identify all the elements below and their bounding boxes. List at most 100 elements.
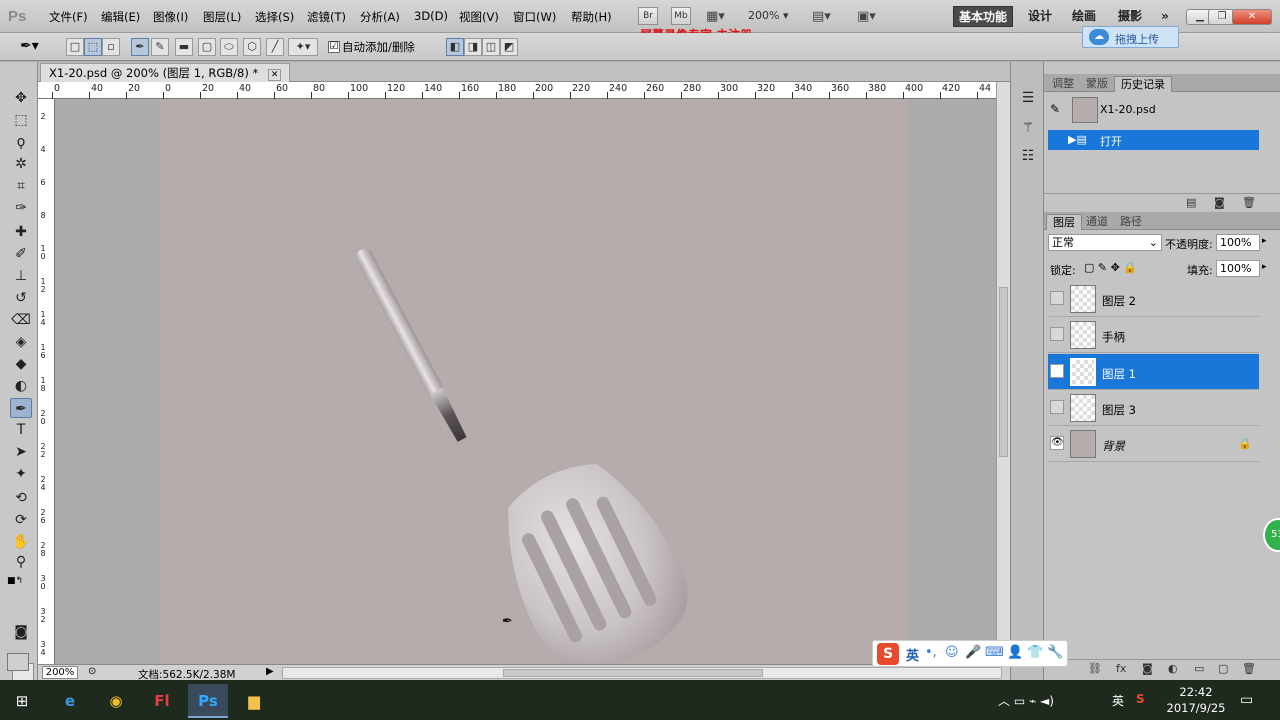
- path-subtract-icon[interactable]: ◨: [464, 38, 482, 56]
- status-info-icon[interactable]: ⊙: [88, 666, 96, 677]
- document-tab[interactable]: X1-20.psd @ 200% (图层 1, RGB/8) * ✕: [40, 63, 291, 82]
- tab-paths[interactable]: 路径: [1114, 214, 1148, 230]
- document-canvas[interactable]: ✒: [160, 99, 908, 664]
- clone-stamp-icon[interactable]: ⊥: [10, 266, 32, 286]
- eye-icon[interactable]: 👁: [1050, 436, 1064, 450]
- microphone-icon[interactable]: 🎤: [965, 645, 981, 660]
- pen-tool-preset-icon[interactable]: ✒▾: [20, 38, 39, 54]
- start-button[interactable]: ⊞: [2, 684, 42, 718]
- paint-bucket-icon[interactable]: ◈: [10, 332, 32, 352]
- file-explorer-icon[interactable]: ▆: [234, 684, 274, 718]
- horizontal-scroll-thumb[interactable]: [503, 669, 763, 677]
- opacity-arrow-icon[interactable]: ▸: [1262, 236, 1267, 246]
- menu-image[interactable]: 图像(I): [153, 9, 188, 25]
- polygon-shape-icon[interactable]: ⬡: [243, 38, 261, 56]
- custom-shape-icon[interactable]: ✦▾: [288, 38, 318, 56]
- ime-language[interactable]: 英: [906, 645, 919, 664]
- workspace-painting[interactable]: 绘画: [1066, 6, 1102, 27]
- edge-browser-icon[interactable]: e: [50, 684, 90, 718]
- menu-help[interactable]: 帮助(H): [571, 9, 612, 25]
- canvas-area[interactable]: ✒: [55, 99, 996, 664]
- eyedropper-tool-icon[interactable]: ✑: [10, 198, 32, 218]
- mini-bridge-button[interactable]: Mb: [671, 7, 691, 25]
- fill-input[interactable]: 100%: [1216, 260, 1260, 277]
- new-layer-icon[interactable]: ▢: [1218, 662, 1228, 675]
- history-step-open[interactable]: ▶▤ 打开: [1048, 130, 1259, 150]
- eye-icon[interactable]: 👁: [1050, 364, 1064, 378]
- settings-wrench-icon[interactable]: 🔧: [1047, 645, 1063, 660]
- menu-select[interactable]: 选择(S): [255, 9, 294, 25]
- arrange-documents-icon[interactable]: ▤▾: [812, 9, 831, 24]
- auto-add-delete-checkbox[interactable]: ☑: [328, 41, 340, 53]
- menu-analysis[interactable]: 分析(A): [360, 9, 400, 25]
- workspace-essentials[interactable]: 基本功能: [953, 6, 1013, 27]
- pen-tool-icon[interactable]: ✒: [10, 398, 32, 418]
- tab-history[interactable]: 历史记录: [1114, 76, 1172, 92]
- quick-select-tool-icon[interactable]: ✲: [10, 154, 32, 174]
- default-colors-icon[interactable]: ■↰: [7, 576, 23, 586]
- emoji-icon[interactable]: ☺: [945, 645, 959, 660]
- rectangle-shape-icon[interactable]: ▬: [175, 38, 193, 56]
- add-mask-icon[interactable]: ◙: [1142, 662, 1153, 675]
- workspace-design[interactable]: 设计: [1022, 6, 1058, 27]
- custom-shape-tool-icon[interactable]: ✦: [10, 464, 32, 484]
- shape-layers-icon[interactable]: □: [66, 38, 84, 56]
- visibility-toggle[interactable]: [1050, 400, 1064, 414]
- lock-icons[interactable]: ▢ ✎ ✥ 🔒: [1084, 261, 1137, 274]
- visibility-toggle[interactable]: [1050, 291, 1064, 305]
- notification-icon[interactable]: ▭: [1240, 692, 1253, 708]
- zoom-level-dropdown[interactable]: 200% ▾: [748, 9, 788, 22]
- layer-row[interactable]: 图层 3: [1048, 390, 1259, 426]
- close-tab-icon[interactable]: ✕: [267, 69, 282, 81]
- 3d-rotate-icon[interactable]: ⟲: [10, 488, 32, 508]
- user-icon[interactable]: 👤: [1007, 645, 1023, 660]
- vertical-scrollbar[interactable]: [996, 82, 1010, 664]
- marquee-tool-icon[interactable]: ⬚: [10, 110, 32, 130]
- sogou-logo-icon[interactable]: S: [877, 643, 899, 665]
- path-selection-icon[interactable]: ➤: [10, 442, 32, 462]
- layer-row-background[interactable]: 👁 背景 🔒: [1048, 426, 1259, 462]
- adjustment-layer-icon[interactable]: ◐: [1168, 662, 1178, 675]
- dodge-tool-icon[interactable]: ◐: [10, 376, 32, 396]
- foreground-color-swatch[interactable]: [7, 653, 29, 671]
- delete-state-icon[interactable]: 🗑: [1242, 196, 1256, 209]
- tray-icons[interactable]: ︿ ▭ ⌁ ◄): [998, 692, 1054, 709]
- tab-channels[interactable]: 通道: [1080, 214, 1114, 230]
- workspace-more-button[interactable]: »: [1154, 6, 1176, 27]
- adjustments-panel-icon[interactable]: ☰: [1018, 88, 1038, 108]
- new-document-from-state-icon[interactable]: ▤: [1186, 196, 1196, 209]
- tray-ime-language[interactable]: 英: [1112, 692, 1124, 709]
- 3d-orbit-icon[interactable]: ⟳: [10, 510, 32, 530]
- layer-style-icon[interactable]: fx: [1116, 662, 1126, 675]
- layer-row[interactable]: 图层 2: [1048, 281, 1259, 317]
- menu-file[interactable]: 文件(F): [49, 9, 88, 25]
- menu-3d[interactable]: 3D(D): [414, 9, 448, 23]
- chrome-browser-icon[interactable]: ◉: [96, 684, 136, 718]
- fill-pixels-icon[interactable]: ▫: [102, 38, 120, 56]
- quick-mask-icon[interactable]: ◙: [10, 622, 32, 642]
- menu-filter[interactable]: 滤镜(T): [307, 9, 346, 25]
- photoshop-taskbar-icon[interactable]: Ps: [188, 684, 228, 718]
- opacity-input[interactable]: 100%: [1216, 234, 1260, 251]
- path-combine-add-icon[interactable]: ◧: [446, 38, 464, 56]
- healing-brush-icon[interactable]: ✚: [10, 222, 32, 242]
- layer-row-selected[interactable]: 👁 图层 1: [1048, 354, 1259, 390]
- type-tool-icon[interactable]: T: [10, 420, 32, 440]
- view-extras-icon[interactable]: ▦▾: [706, 9, 734, 25]
- keyboard-icon[interactable]: ⌨: [985, 645, 1004, 660]
- punctuation-icon[interactable]: •,: [925, 645, 937, 660]
- layer-row[interactable]: 手柄: [1048, 317, 1259, 353]
- menu-edit[interactable]: 编辑(E): [101, 9, 140, 25]
- flash-app-icon[interactable]: Fl: [142, 684, 182, 718]
- history-snapshot[interactable]: ✎ X1-20.psd: [1048, 94, 1260, 126]
- pen-icon[interactable]: ✒: [131, 38, 149, 56]
- blend-mode-select[interactable]: 正常 ⌄: [1048, 234, 1162, 251]
- system-clock[interactable]: 22:42 2017/9/25: [1166, 684, 1226, 716]
- freeform-pen-icon[interactable]: ✎: [151, 38, 169, 56]
- crop-tool-icon[interactable]: ⌗: [10, 176, 32, 196]
- workspace-photography[interactable]: 摄影: [1112, 6, 1148, 27]
- line-shape-icon[interactable]: ╱: [266, 38, 284, 56]
- paths-icon[interactable]: ⬚: [84, 38, 102, 56]
- history-brush-icon[interactable]: ↺: [10, 288, 32, 308]
- close-window-button[interactable]: ✕: [1232, 9, 1272, 25]
